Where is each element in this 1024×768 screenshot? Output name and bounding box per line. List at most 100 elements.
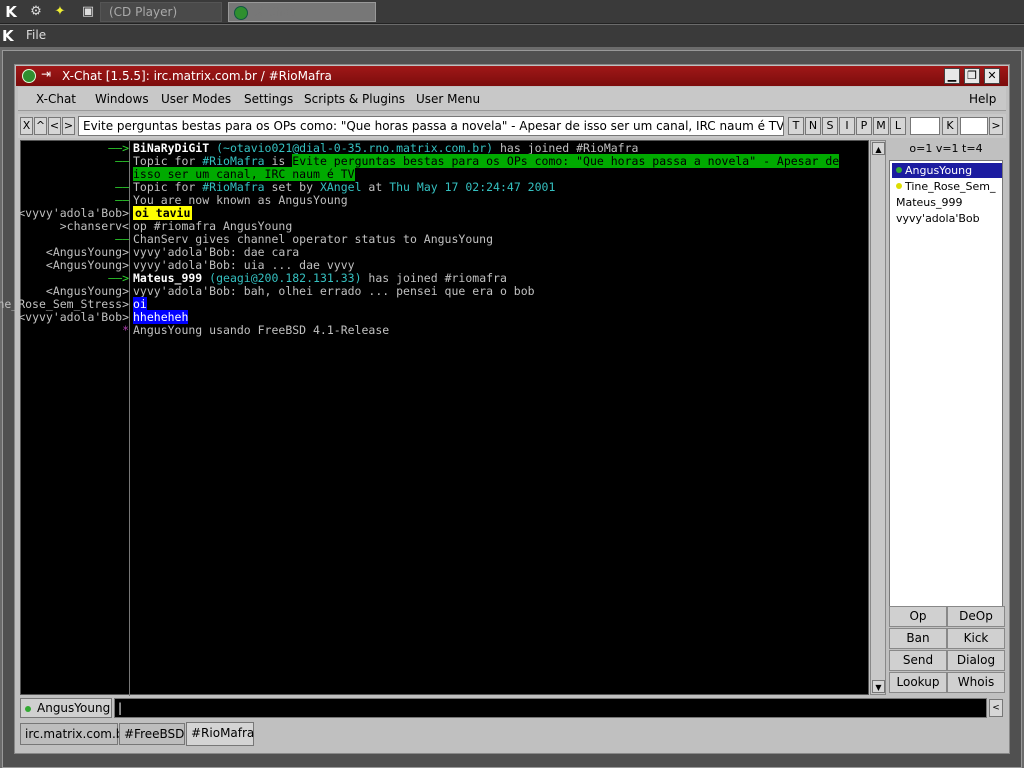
- tab-server[interactable]: irc.matrix.com.br: [20, 723, 128, 745]
- menu-file[interactable]: File: [26, 28, 46, 42]
- chat-fragment: Evite perguntas bestas para os OPs como:…: [292, 154, 840, 168]
- pin-icon[interactable]: ⇥: [41, 67, 51, 81]
- chat-fragment: oi: [133, 297, 147, 311]
- op-button[interactable]: Op: [889, 606, 947, 627]
- next-tab-button[interactable]: >: [62, 117, 75, 135]
- xchat-icon[interactable]: [22, 69, 36, 83]
- maximize-button[interactable]: ❐: [964, 68, 980, 84]
- tab-riomafra[interactable]: #RioMafra: [186, 722, 254, 746]
- chat-fragment: vyvy'adola'Bob: dae cara: [133, 245, 300, 259]
- chat-fragment: XAngel: [319, 180, 362, 194]
- window-title: X-Chat [1.5.5]: irc.matrix.com.br / #Rio…: [62, 69, 332, 83]
- chat-message: vyvy'adola'Bob: bah, olhei errado ... pe…: [133, 285, 535, 298]
- chat-fragment: BiNaRyDiGiT: [133, 141, 210, 155]
- close-button[interactable]: ✕: [984, 68, 1000, 84]
- menu-user-menu[interactable]: User Menu: [416, 92, 480, 106]
- user-list[interactable]: AngusYoung Tine_Rose_Sem_ Mateus_999 vyvy'a…: [889, 160, 1003, 612]
- task-cd-player[interactable]: (CD Player): [100, 2, 222, 22]
- mode-s-button[interactable]: S: [822, 117, 838, 135]
- mode-m-button[interactable]: M: [873, 117, 889, 135]
- user-list-item[interactable]: Tine_Rose_Sem_: [892, 179, 1002, 194]
- whois-button[interactable]: Whois: [947, 672, 1005, 693]
- prev-tab-button[interactable]: <: [48, 117, 61, 135]
- menu-xchat[interactable]: X-Chat: [36, 92, 76, 106]
- topic-input[interactable]: Evite perguntas bestas para os OPs como:…: [78, 116, 784, 136]
- tools-icon[interactable]: ⚙: [28, 4, 44, 20]
- user-list-item[interactable]: vyvy'adola'Bob: [892, 211, 1002, 226]
- lookup-button[interactable]: Lookup: [889, 672, 947, 693]
- k-icon[interactable]: K: [2, 27, 14, 45]
- task-xchat-label: X-Chat: [255, 5, 295, 19]
- chat-fragment: is: [264, 154, 293, 168]
- mode-t-button[interactable]: T: [788, 117, 804, 135]
- chat-fragment: vyvy'adola'Bob: uia ... dae vyvy: [133, 258, 355, 272]
- menu-help[interactable]: Help: [969, 92, 996, 106]
- chat-fragment: Thu May 17 02:24:47 2001: [389, 180, 556, 194]
- limit-input[interactable]: [910, 117, 940, 135]
- chat-fragment: has joined #RioMafra: [493, 141, 639, 155]
- menu-scripts-plugins[interactable]: Scripts & Plugins: [304, 92, 405, 106]
- chat-fragment: isso ser um canal, IRC naum é TV: [133, 167, 355, 181]
- minimize-button[interactable]: ▁: [944, 68, 960, 84]
- input-arrow-button[interactable]: <: [989, 699, 1003, 717]
- chat-fragment: ChanServ gives channel operator status t…: [133, 232, 494, 246]
- topic-bar: X ^ < > Evite perguntas bestas para os O…: [18, 114, 1006, 138]
- task-xchat[interactable]: X-Chat: [228, 2, 376, 22]
- user-name: AngusYoung: [905, 164, 973, 177]
- chat-fragment: set by: [264, 180, 320, 194]
- kick-button[interactable]: Kick: [947, 628, 1005, 649]
- wizard-icon[interactable]: ✦: [52, 4, 68, 20]
- chat-fragment: at: [361, 180, 390, 194]
- chat-nick[interactable]: ——: [115, 155, 129, 168]
- menu-user-modes[interactable]: User Modes: [161, 92, 231, 106]
- chat-fragment: has joined #riomafra: [361, 271, 507, 285]
- user-list-item[interactable]: Mateus_999: [892, 195, 1002, 210]
- chat-scrollbar[interactable]: ▲ ▼: [870, 140, 886, 695]
- k-menu-icon[interactable]: K: [2, 3, 20, 21]
- chat-fragment: #RioMafra: [202, 180, 265, 194]
- desktop-menubar: K File: [0, 25, 1024, 47]
- terminal-icon[interactable]: ▣: [80, 4, 96, 20]
- mode-k-button[interactable]: K: [942, 117, 958, 135]
- taskbar: K ⚙ ✦ ▣ (CD Player) X-Chat: [0, 0, 1024, 24]
- more-button[interactable]: >: [989, 117, 1003, 135]
- title-bar[interactable]: ⇥ X-Chat [1.5.5]: irc.matrix.com.br / #R…: [16, 66, 1008, 86]
- user-count: o=1 v=1 t=4: [909, 142, 983, 155]
- close-tab-button[interactable]: X: [20, 117, 33, 135]
- message-input[interactable]: |: [114, 698, 987, 718]
- chat-fragment: AngusYoung usando FreeBSD 4.1-Release: [133, 323, 390, 337]
- user-name: Mateus_999: [896, 196, 963, 209]
- ban-button[interactable]: Ban: [889, 628, 947, 649]
- chat-fragment: Topic for: [133, 180, 203, 194]
- user-panel: o=1 v=1 t=4 AngusYoung Tine_Rose_Sem_ Mate…: [887, 140, 1005, 695]
- key-input[interactable]: [960, 117, 988, 135]
- menu-settings[interactable]: Settings: [244, 92, 293, 106]
- menu-windows[interactable]: Windows: [95, 92, 149, 106]
- tab-bar: irc.matrix.com.br #FreeBSD #RioMafra: [18, 721, 1006, 747]
- mode-i-button[interactable]: I: [839, 117, 855, 135]
- chat-message: AngusYoung usando FreeBSD 4.1-Release: [133, 324, 389, 337]
- xchat-icon: [234, 6, 248, 20]
- input-row: AngusYoung | <: [18, 697, 1006, 719]
- chat-text-area[interactable]: ——> BiNaRyDiGiT (~otavio021@dial-0-35.rno…: [0, 140, 870, 696]
- mode-l-button[interactable]: L: [890, 117, 906, 135]
- mode-n-button[interactable]: N: [805, 117, 821, 135]
- scroll-up-arrow-icon[interactable]: ▲: [872, 142, 885, 155]
- chat-fragment: vyvy'adola'Bob: bah, olhei errado ... pe…: [133, 284, 535, 298]
- scroll-down-arrow-icon[interactable]: ▼: [872, 680, 885, 693]
- chat-fragment: (~otavio021@dial-0-35.rno.matrix.com.br): [209, 141, 494, 155]
- user-list-item[interactable]: AngusYoung: [892, 163, 1002, 178]
- chat-fragment: Topic for: [133, 154, 203, 168]
- chat-nick[interactable]: <vyvy'adola'Bob>: [18, 311, 129, 324]
- tab-freebsd[interactable]: #FreeBSD: [119, 723, 185, 745]
- detach-button[interactable]: ^: [34, 117, 47, 135]
- mode-p-button[interactable]: P: [856, 117, 872, 135]
- chat-fragment: op #riomafra AngusYoung: [133, 219, 293, 233]
- chat-nick[interactable]: *: [122, 324, 129, 337]
- deop-button[interactable]: DeOp: [947, 606, 1005, 627]
- chat-line: * AngusYoung usando FreeBSD 4.1-Release: [21, 324, 870, 337]
- status-dot-icon: [25, 706, 31, 712]
- send-button[interactable]: Send: [889, 650, 947, 671]
- nick-button[interactable]: AngusYoung: [20, 698, 112, 718]
- dialog-button[interactable]: Dialog: [947, 650, 1005, 671]
